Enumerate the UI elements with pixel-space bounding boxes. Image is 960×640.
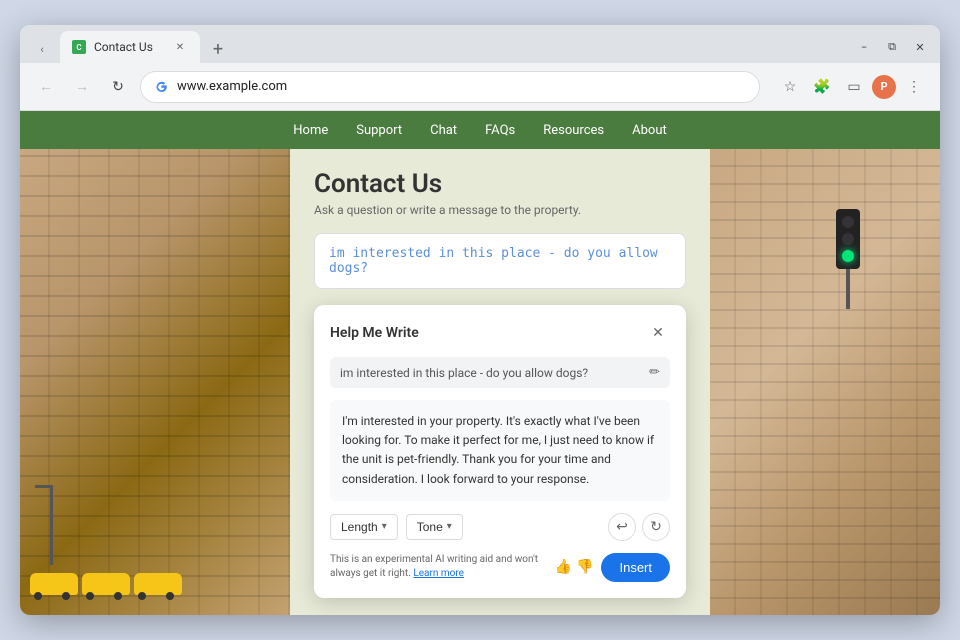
taxi-3 bbox=[134, 573, 182, 595]
feedback-icons: 👍 👎 bbox=[555, 559, 594, 575]
nav-about[interactable]: About bbox=[632, 123, 667, 138]
tl-yellow bbox=[842, 233, 854, 245]
help-write-header: Help Me Write ✕ bbox=[330, 321, 670, 345]
maximize-button[interactable]: ⧉ bbox=[880, 35, 904, 59]
address-bar: ← → ↻ www.example.com ☆ 🧩 ▭ P ⋮ bbox=[20, 63, 940, 111]
active-tab[interactable]: C Contact Us ✕ bbox=[60, 31, 200, 63]
tab-bar: ‹ C Contact Us ✕ + − ⧉ ✕ bbox=[20, 25, 940, 63]
refresh-button[interactable]: ↻ bbox=[642, 513, 670, 541]
browser-window: ‹ C Contact Us ✕ + − ⧉ ✕ ← → ↻ www.examp… bbox=[20, 25, 940, 615]
url-text: www.example.com bbox=[177, 79, 747, 94]
nav-resources[interactable]: Resources bbox=[543, 123, 604, 138]
profile-avatar[interactable]: P bbox=[872, 75, 896, 99]
help-write-title: Help Me Write bbox=[330, 325, 419, 341]
length-label: Length bbox=[341, 520, 378, 534]
thumbup-icon[interactable]: 👍 bbox=[555, 559, 572, 575]
page-content: Home Support Chat FAQs Resources About bbox=[20, 111, 940, 615]
refresh-button[interactable]: ↻ bbox=[104, 73, 132, 101]
length-dropdown[interactable]: Length ▾ bbox=[330, 514, 398, 540]
tab-close-button[interactable]: ✕ bbox=[172, 39, 188, 55]
contact-input[interactable] bbox=[314, 233, 686, 289]
action-icons: ↩ ↻ bbox=[608, 513, 670, 541]
tab-arrow-left[interactable]: ‹ bbox=[28, 35, 56, 63]
generated-text: I'm interested in your property. It's ex… bbox=[330, 400, 670, 501]
extension-icon[interactable]: 🧩 bbox=[808, 73, 836, 101]
tl-pole bbox=[846, 269, 850, 309]
nav-chat[interactable]: Chat bbox=[430, 123, 457, 138]
streetlight-left bbox=[50, 485, 53, 565]
sidebar-icon[interactable]: ▭ bbox=[840, 73, 868, 101]
disclaimer-text: This is an experimental AI writing aid a… bbox=[330, 553, 547, 581]
contact-subtitle: Ask a question or write a message to the… bbox=[314, 203, 686, 217]
edit-icon[interactable]: ✏ bbox=[649, 365, 660, 380]
help-write-close-button[interactable]: ✕ bbox=[646, 321, 670, 345]
taxi-1 bbox=[30, 573, 78, 595]
taxi-area bbox=[30, 573, 182, 595]
controls-row: Length ▾ Tone ▾ ↩ ↻ bbox=[330, 513, 670, 541]
window-controls: − ⧉ ✕ bbox=[852, 35, 932, 63]
tone-dropdown[interactable]: Tone ▾ bbox=[406, 514, 463, 540]
tab-favicon: C bbox=[72, 40, 86, 54]
minimize-button[interactable]: − bbox=[852, 35, 876, 59]
contact-panel: Contact Us Ask a question or write a mes… bbox=[290, 149, 710, 615]
bookmark-icon[interactable]: ☆ bbox=[776, 73, 804, 101]
tl-green bbox=[842, 250, 854, 262]
back-button[interactable]: ← bbox=[32, 73, 60, 101]
nav-home[interactable]: Home bbox=[293, 123, 328, 138]
thumbdown-icon[interactable]: 👎 bbox=[576, 559, 593, 575]
main-content-area: Contact Us Ask a question or write a mes… bbox=[290, 149, 710, 615]
menu-icon[interactable]: ⋮ bbox=[900, 73, 928, 101]
forward-button[interactable]: → bbox=[68, 73, 96, 101]
nav-faqs[interactable]: FAQs bbox=[485, 123, 515, 138]
footer-row: This is an experimental AI writing aid a… bbox=[330, 553, 670, 582]
tab-title: Contact Us bbox=[94, 40, 153, 54]
site-nav: Home Support Chat FAQs Resources About bbox=[20, 111, 940, 149]
help-write-panel: Help Me Write ✕ im interested in this pl… bbox=[314, 305, 686, 598]
prompt-row: im interested in this place - do you all… bbox=[330, 357, 670, 388]
length-arrow-icon: ▾ bbox=[382, 521, 387, 532]
tone-arrow-icon: ▾ bbox=[447, 521, 452, 532]
url-input[interactable]: www.example.com bbox=[140, 71, 760, 103]
google-icon bbox=[153, 79, 169, 95]
left-background bbox=[20, 149, 290, 615]
tone-label: Tone bbox=[417, 520, 443, 534]
contact-title: Contact Us bbox=[314, 169, 686, 199]
insert-button[interactable]: Insert bbox=[601, 553, 670, 582]
new-tab-button[interactable]: + bbox=[204, 35, 232, 63]
traffic-light bbox=[836, 209, 860, 269]
close-window-button[interactable]: ✕ bbox=[908, 35, 932, 59]
page-body: Contact Us Ask a question or write a mes… bbox=[20, 149, 940, 615]
tl-red bbox=[842, 216, 854, 228]
undo-button[interactable]: ↩ bbox=[608, 513, 636, 541]
learn-more-link[interactable]: Learn more bbox=[413, 568, 464, 579]
taxi-2 bbox=[82, 573, 130, 595]
prompt-text: im interested in this place - do you all… bbox=[340, 366, 588, 380]
nav-support[interactable]: Support bbox=[356, 123, 402, 138]
toolbar-icons: ☆ 🧩 ▭ P ⋮ bbox=[776, 73, 928, 101]
right-background bbox=[710, 149, 940, 615]
